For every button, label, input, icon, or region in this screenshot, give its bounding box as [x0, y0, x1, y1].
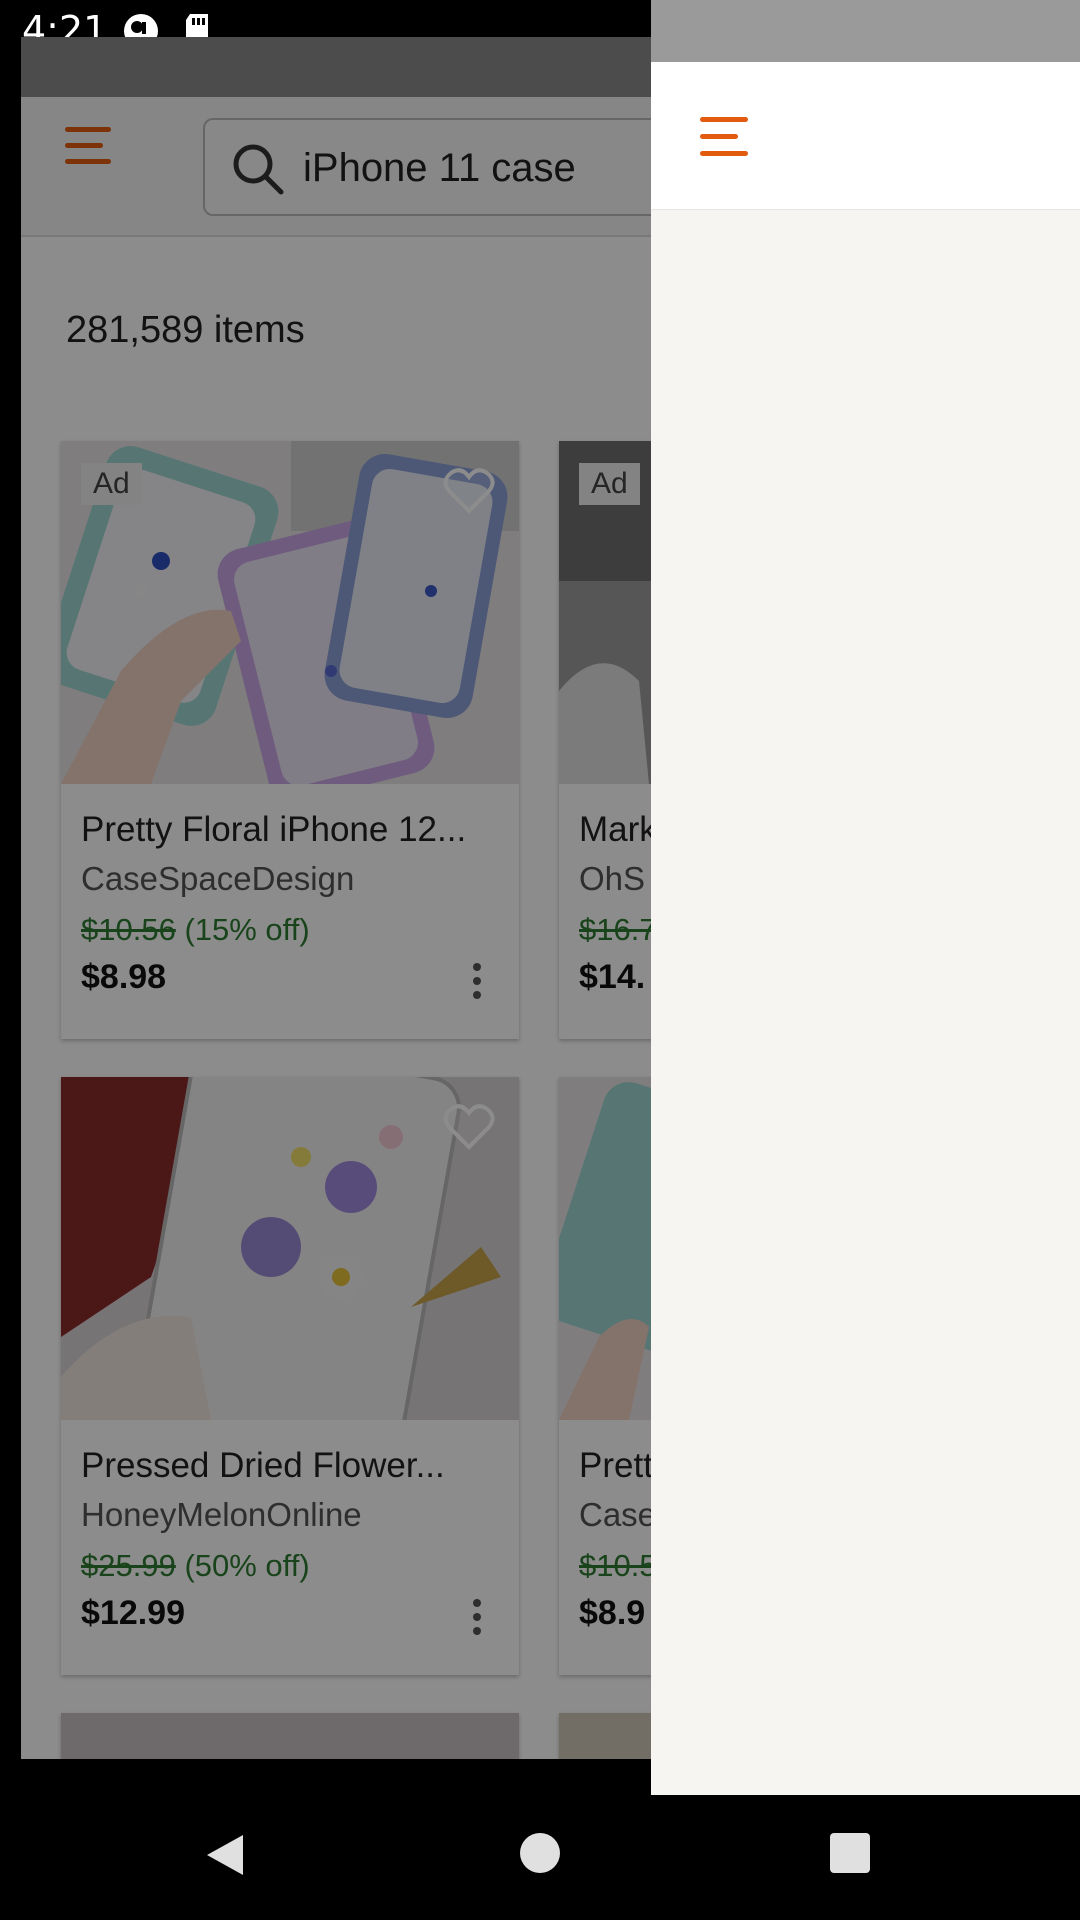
- drawer-menu-icon[interactable]: [700, 117, 752, 159]
- home-icon[interactable]: [520, 1833, 560, 1873]
- drawer-scrim[interactable]: [21, 37, 652, 1759]
- system-navigation-bar: [0, 1795, 1080, 1920]
- drawer-status-strip: [651, 0, 1080, 62]
- back-icon[interactable]: [205, 1833, 245, 1877]
- navigation-drawer: [651, 0, 1080, 1795]
- recents-icon[interactable]: [830, 1833, 870, 1873]
